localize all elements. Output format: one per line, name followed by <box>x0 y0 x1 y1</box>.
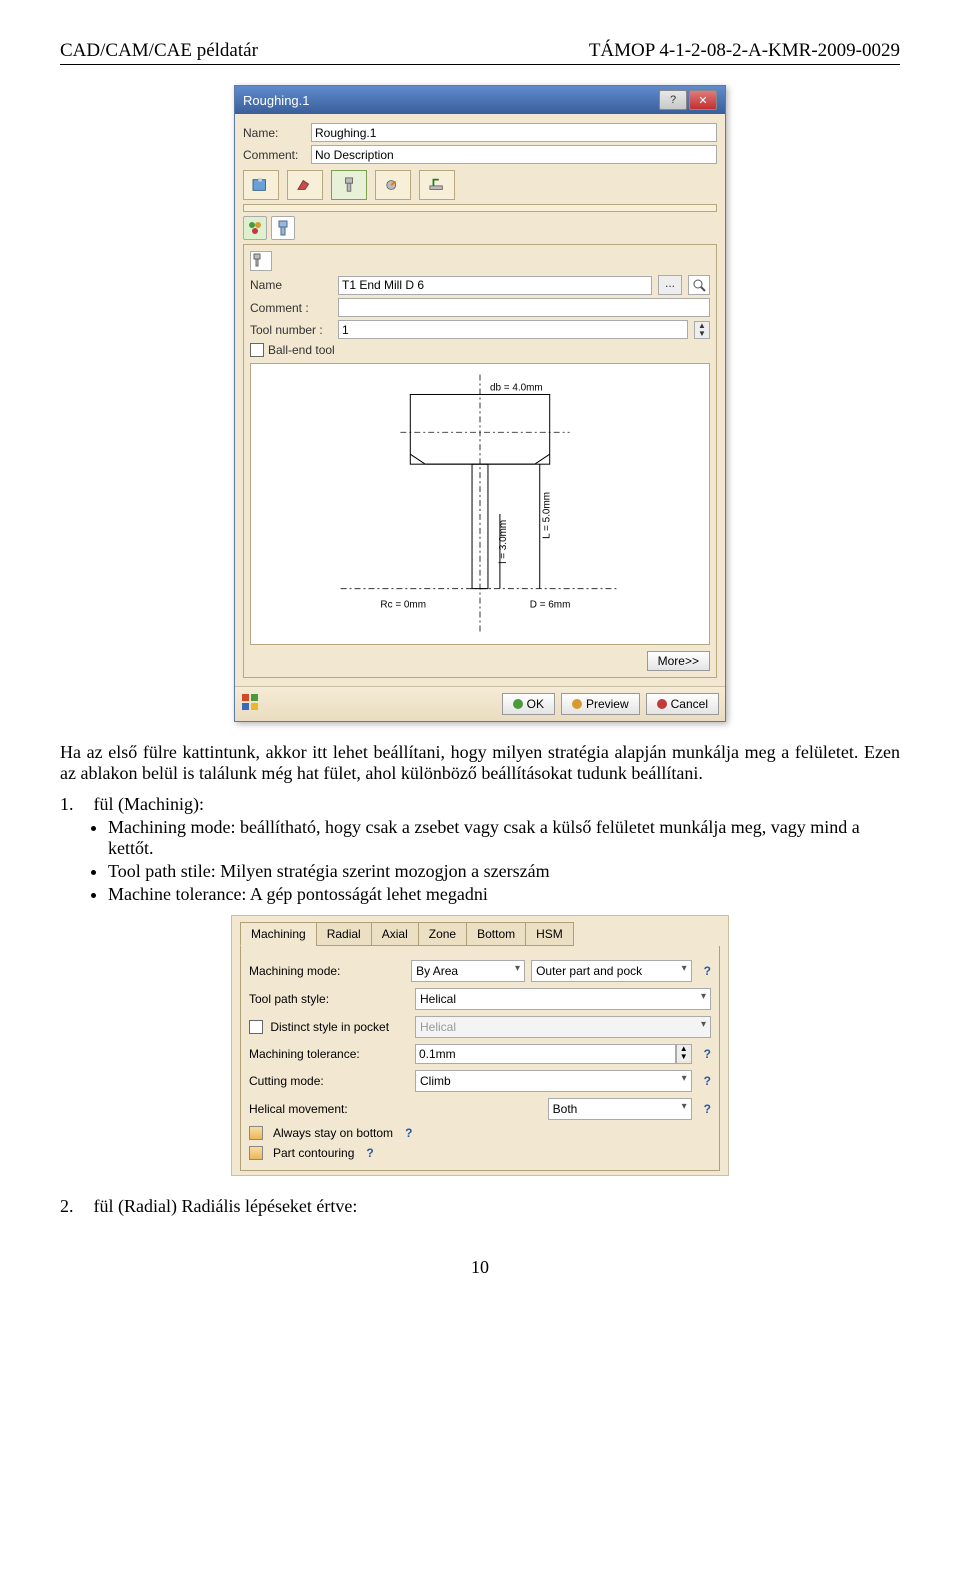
main-tabstrip <box>243 170 717 200</box>
separator-bar <box>243 204 717 212</box>
dim-L: L = 5.0mm <box>542 492 553 539</box>
help-icon[interactable]: ? <box>704 1102 711 1116</box>
helical-movement-select[interactable]: Both <box>548 1098 692 1120</box>
distinct-style-checkbox[interactable] <box>249 1020 263 1034</box>
dialog-footer: OK Preview Cancel <box>235 686 725 721</box>
cancel-button[interactable]: Cancel <box>646 693 719 715</box>
cutting-mode-label: Cutting mode: <box>249 1074 409 1088</box>
tab-radial[interactable]: Radial <box>316 922 372 946</box>
machining-tolerance-input[interactable] <box>415 1044 676 1064</box>
machine-icon <box>252 177 270 193</box>
comment-label: Comment: <box>243 148 305 162</box>
machining-tabs-panel: Machining Radial Axial Zone Bottom HSM M… <box>231 915 729 1176</box>
cancel-dot-icon <box>657 699 667 709</box>
help-icon[interactable]: ? <box>366 1146 373 1160</box>
tool-name-browse-button[interactable]: ... <box>658 275 682 295</box>
dim-D: D = 6mm <box>530 600 571 611</box>
ok-button[interactable]: OK <box>502 693 555 715</box>
machining-mode-select-2[interactable]: Outer part and pock <box>531 960 692 982</box>
tool-number-label: Tool number : <box>250 323 332 337</box>
macro-icon <box>428 177 446 193</box>
part-contouring-checkbox[interactable] <box>249 1146 263 1160</box>
tool-number-stepper[interactable]: ▲▼ <box>694 321 710 339</box>
machining-mode-label: Machining mode: <box>249 964 405 978</box>
tab-geometry[interactable] <box>287 170 323 200</box>
header-left: CAD/CAM/CAE példatár <box>60 40 258 62</box>
tool-catalog-icon[interactable] <box>250 251 272 271</box>
cutting-mode-select[interactable]: Climb <box>415 1070 692 1092</box>
close-button[interactable]: ✕ <box>689 90 717 110</box>
list1-number: 1. <box>60 794 74 815</box>
tool-type-endmill-icon[interactable] <box>271 216 295 240</box>
tool-path-style-select[interactable]: Helical <box>415 988 711 1010</box>
helical-movement-label: Helical movement: <box>249 1102 409 1116</box>
paragraph-1: Ha az első fülre kattintunk, akkor itt l… <box>60 742 900 784</box>
tab-hsm[interactable]: HSM <box>525 922 574 946</box>
roughing-dialog: Roughing.1 ? ✕ Name: Comment: <box>234 85 726 722</box>
bullet-machine-tolerance: Machine tolerance: A gép pontosságát leh… <box>108 884 900 905</box>
dialog-titlebar: Roughing.1 ? ✕ <box>235 86 725 114</box>
tolerance-stepper[interactable]: ▲▼ <box>676 1044 692 1064</box>
machining-tolerance-label: Machining tolerance: <box>249 1047 409 1061</box>
ballend-checkbox[interactable] <box>250 343 264 357</box>
tool-comment-input[interactable] <box>338 298 710 317</box>
tool-comment-label: Comment : <box>250 301 332 315</box>
preview-dot-icon <box>572 699 582 709</box>
distinct-style-label: Distinct style in pocket <box>249 1020 409 1035</box>
windows-logo-icon <box>241 693 259 711</box>
tab-zone[interactable]: Zone <box>418 922 467 946</box>
help-icon[interactable]: ? <box>405 1126 412 1140</box>
ok-dot-icon <box>513 699 523 709</box>
tool-name-label: Name <box>250 278 332 292</box>
comment-input[interactable] <box>311 145 717 164</box>
tool-preview-canvas: db = 4.0mm L = 5.0mm l = 3.0mm Rc = 0mm … <box>250 363 710 645</box>
tab-feeds[interactable] <box>375 170 411 200</box>
list2-number: 2. <box>60 1196 74 1217</box>
help-icon[interactable]: ? <box>704 1074 711 1088</box>
tab-macros[interactable] <box>419 170 455 200</box>
more-button[interactable]: More>> <box>647 651 710 671</box>
always-stay-checkbox[interactable] <box>249 1126 263 1140</box>
page-header: CAD/CAM/CAE példatár TÁMOP 4-1-2-08-2-A-… <box>60 40 900 65</box>
traffic-icon <box>248 221 262 235</box>
distinct-style-select: Helical <box>415 1016 711 1038</box>
tool-icon <box>340 177 358 193</box>
tool-inner-panel: Name ... Comment : Tool number : ▲▼ Ball… <box>243 244 717 678</box>
speed-icon <box>384 177 402 193</box>
tool-number-input[interactable] <box>338 320 688 339</box>
name-input[interactable] <box>311 123 717 142</box>
dialog-title: Roughing.1 <box>243 93 310 108</box>
tool-selector-icons <box>243 216 717 240</box>
list2-label: fül (Radial) Radiális lépéseket értve: <box>94 1196 358 1217</box>
tab-axial[interactable]: Axial <box>371 922 419 946</box>
machining-mode-select-1[interactable]: By Area <box>411 960 525 982</box>
bullet-tool-path-style: Tool path stile: Milyen stratégia szerin… <box>108 861 900 882</box>
list1-label: fül (Machinig): <box>94 794 204 815</box>
tab-strategy[interactable] <box>243 170 279 200</box>
header-right: TÁMOP 4-1-2-08-2-A-KMR-2009-0029 <box>589 40 900 62</box>
name-label: Name: <box>243 126 305 140</box>
tab-machining[interactable]: Machining <box>240 922 317 946</box>
help-button[interactable]: ? <box>659 90 687 110</box>
tool-path-style-label: Tool path style: <box>249 992 409 1006</box>
dim-Rc: Rc = 0mm <box>380 600 426 611</box>
endmill-icon <box>277 220 289 236</box>
preview-button[interactable]: Preview <box>561 693 640 715</box>
part-icon <box>296 177 314 193</box>
machining-tabstrip: Machining Radial Axial Zone Bottom HSM <box>240 922 720 946</box>
dim-db: db = 4.0mm <box>490 382 543 393</box>
always-stay-label: Always stay on bottom <box>273 1126 393 1140</box>
tool-name-input[interactable] <box>338 276 652 295</box>
ballend-label: Ball-end tool <box>268 343 335 357</box>
help-icon[interactable]: ? <box>704 1047 711 1061</box>
tab-tool[interactable] <box>331 170 367 200</box>
help-icon[interactable]: ? <box>704 964 711 978</box>
part-contouring-label: Part contouring <box>273 1146 354 1160</box>
page-number: 10 <box>60 1257 900 1278</box>
magnifier-icon <box>692 278 706 292</box>
tab-bottom[interactable]: Bottom <box>466 922 526 946</box>
tool-type-traffic-icon[interactable] <box>243 216 267 240</box>
tool-name-inspect-button[interactable] <box>688 275 710 295</box>
bullet-machining-mode: Machining mode: beállítható, hogy csak a… <box>108 817 900 859</box>
